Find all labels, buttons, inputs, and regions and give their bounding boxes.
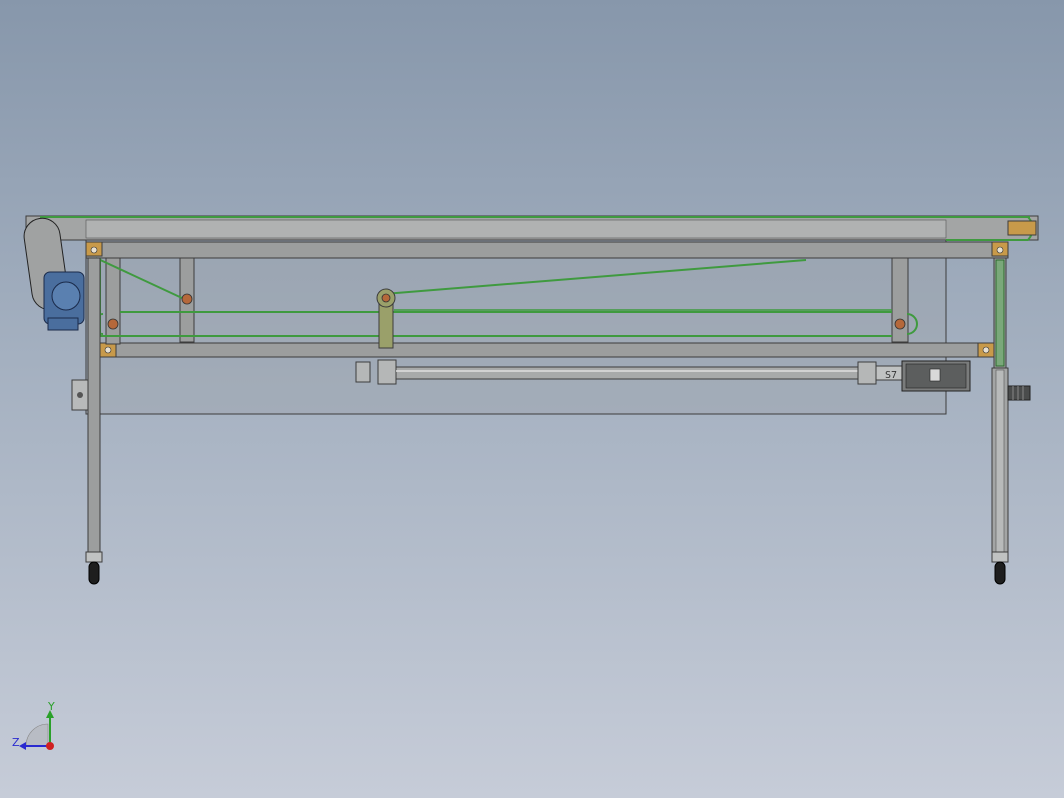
- triad-label-z: Z: [12, 736, 20, 749]
- caster-mount-left: [85, 551, 103, 563]
- triad-z-arrow: [19, 742, 26, 750]
- pivot-pin: [381, 293, 391, 303]
- caster-wheel-left: [88, 561, 100, 585]
- triad-base-arc: [25, 723, 49, 747]
- actuator-mount-left: [355, 361, 371, 383]
- pivot-pin: [181, 293, 193, 305]
- triad-label-y: Y: [47, 700, 55, 713]
- pivot-pin: [894, 318, 906, 330]
- caster-mount-right: [991, 551, 1009, 563]
- actuator-rod-end: [377, 359, 397, 385]
- gearbox-flange: [51, 281, 81, 311]
- bolt: [982, 346, 990, 354]
- bolt: [104, 346, 112, 354]
- upper-frame-rail: [85, 241, 1009, 259]
- servo-nameplate: [929, 368, 941, 382]
- conveyor-assembly[interactable]: S7: [22, 215, 1039, 585]
- post-left-inner: [105, 257, 121, 345]
- bolt: [90, 246, 98, 254]
- pivot-pin: [107, 318, 119, 330]
- left-leg: [87, 257, 101, 559]
- right-end-block: [1007, 220, 1037, 236]
- cad-viewport[interactable]: S7 Y Z: [0, 0, 1064, 798]
- actuator-tube: [395, 366, 859, 380]
- caster-wheel-right: [994, 561, 1006, 585]
- control-box-knob: [77, 392, 83, 398]
- side-knob-right: [1007, 385, 1031, 401]
- orientation-triad[interactable]: Y Z: [12, 700, 55, 750]
- actuator-end-cap: [857, 361, 877, 385]
- triad-x-axis-dot: [46, 742, 54, 750]
- gearbox-foot: [47, 317, 79, 331]
- top-bed-inner: [85, 219, 947, 239]
- servo-label: S7: [885, 370, 897, 381]
- right-leg-inner-tube: [995, 369, 1005, 557]
- right-leg-green-slot: [995, 259, 1005, 367]
- bolt: [996, 246, 1004, 254]
- lower-frame-rail: [95, 342, 995, 358]
